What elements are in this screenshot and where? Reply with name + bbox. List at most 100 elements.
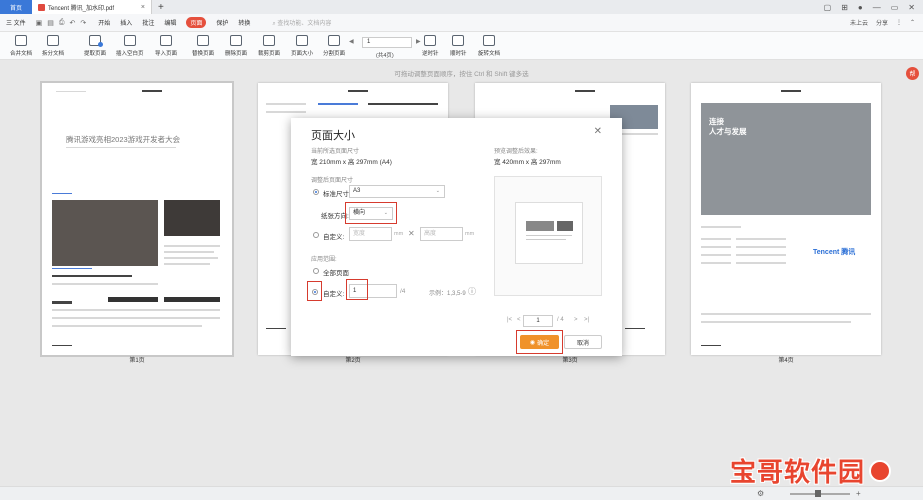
chevron-up-icon[interactable]: ⌃	[910, 19, 915, 26]
menu-insert[interactable]: 插入	[120, 18, 132, 27]
home-tab[interactable]: 首页	[0, 0, 32, 14]
menu-page[interactable]: 页面	[186, 17, 207, 28]
merge-doc-button[interactable]: 合并文档	[10, 35, 32, 57]
photo-group	[52, 200, 158, 266]
avatar[interactable]: ●	[858, 3, 863, 12]
text-line	[736, 262, 786, 264]
menu-bar: 三 文件 ▣ ▤ ⎙ ↶ ↷ 开始 插入 批注 编辑 页面 保护 转换 ⌕ 查找…	[0, 14, 923, 32]
crop-icon	[263, 35, 275, 46]
rotate-ccw-button[interactable]: 逆时针	[422, 35, 439, 57]
all-pages-radio[interactable]	[313, 268, 319, 274]
add-tab-button[interactable]: +	[158, 2, 164, 13]
close-tab-icon[interactable]: ×	[141, 4, 145, 11]
preview-page-input[interactable]: 1	[523, 315, 553, 327]
insert-blank-page-button[interactable]: 插入空白页	[116, 35, 144, 57]
first-page-icon[interactable]: |<	[507, 317, 512, 323]
standard-size-value: A3	[353, 188, 361, 194]
page-size-button[interactable]: 页面大小	[291, 35, 313, 57]
split-page-label: 分割页面	[323, 51, 346, 57]
width-input[interactable]: 宽度	[349, 227, 392, 241]
help-badge[interactable]: 帮	[906, 67, 919, 80]
search-input[interactable]: ⌕ 查找功能、文档内容	[272, 18, 331, 28]
document-tab[interactable]: Tencent 腾讯_加水印.pdf ×	[32, 0, 152, 14]
layout-icon[interactable]: ▢	[824, 3, 832, 12]
minimize-icon[interactable]: —	[873, 3, 881, 12]
close-window-icon[interactable]: ✕	[908, 3, 915, 12]
next-page-icon[interactable]: ▶	[416, 38, 421, 45]
text-line	[164, 251, 214, 253]
text-line	[701, 246, 731, 248]
zoom-knob[interactable]	[815, 490, 821, 497]
delete-page-label: 删除页面	[225, 51, 248, 57]
prev-preview-icon[interactable]: <	[517, 317, 521, 323]
swap-icon[interactable]: ✕	[408, 229, 415, 238]
standard-size-radio[interactable]	[313, 189, 319, 195]
window-controls: ▢ ⊞ ● — ▭ ✕	[824, 3, 923, 12]
share-button[interactable]: 分享	[876, 18, 888, 27]
info-icon[interactable]: ⓘ	[468, 286, 476, 297]
rotate-cw-button[interactable]: 顺时针	[450, 35, 467, 57]
split-page-button[interactable]: 分割页面	[323, 35, 345, 57]
standard-size-label: 标准尺寸:	[323, 191, 351, 198]
document-tab-label: Tencent 腾讯_加水印.pdf	[48, 5, 115, 12]
crop-page-button[interactable]: 裁剪页面	[258, 35, 280, 57]
more-icon[interactable]: ⋮	[896, 19, 902, 26]
text-line	[701, 313, 871, 315]
cloud-status[interactable]: 未上云	[850, 18, 868, 27]
page-thumbnail-4[interactable]: 连接 人才与发展 Tencent 腾讯	[691, 83, 881, 355]
menu-convert[interactable]: 转换	[238, 18, 250, 27]
text-line	[52, 317, 220, 319]
folder-icon[interactable]: ▣	[36, 19, 43, 27]
page-thumbnail-1[interactable]: 腾讯游戏亮相2023游戏开发者大会	[40, 81, 234, 357]
link-line	[52, 268, 92, 269]
menu-edit[interactable]: 编辑	[164, 18, 176, 27]
replace-page-button[interactable]: 替换页面	[192, 35, 214, 57]
save-icon[interactable]: ▤	[47, 19, 54, 27]
text-line	[701, 321, 851, 323]
range-label: 应用范围:	[311, 257, 337, 263]
current-size-label: 当前所选页面尺寸	[311, 149, 360, 155]
header-line	[56, 91, 86, 92]
header-logo	[781, 90, 801, 92]
standard-size-select[interactable]: A3 ⌄	[349, 185, 445, 198]
next-preview-icon[interactable]: >	[574, 317, 578, 323]
reorder-hint: 可拖动调整页面顺序，按住 Ctrl 和 Shift 键多选	[394, 71, 529, 78]
undo-icon[interactable]: ↶	[70, 19, 76, 27]
text-line	[52, 325, 202, 327]
height-input[interactable]: 高度	[420, 227, 463, 241]
merge-doc-label: 合并文档	[10, 51, 33, 57]
zoom-in-icon[interactable]: +	[856, 489, 861, 498]
text-line	[266, 103, 306, 105]
text-line	[701, 254, 731, 256]
custom-size-radio[interactable]	[313, 232, 319, 238]
print-icon[interactable]: ⎙	[59, 19, 65, 27]
prev-page-icon[interactable]: ◀	[349, 38, 354, 45]
text-line	[266, 111, 306, 113]
rotate-ccw-icon	[424, 35, 437, 46]
page-label-2: 第2页	[345, 358, 361, 364]
text-line	[318, 103, 358, 105]
extract-page-button[interactable]: 提取页面	[84, 35, 106, 57]
menu-protect[interactable]: 保护	[216, 18, 228, 27]
page-toolbar: 合并文档 拆分文档 提取页面 插入空白页 导入页面 替换页面 删除页面 裁剪页面…	[0, 32, 923, 60]
custom-size-label: 自定义:	[323, 234, 345, 241]
menu-comment[interactable]: 批注	[142, 18, 154, 27]
import-page-button[interactable]: 导入页面	[155, 35, 177, 57]
crop-page-label: 裁剪页面	[258, 51, 281, 57]
pdf-icon	[38, 3, 45, 11]
maximize-icon[interactable]: ▭	[891, 3, 899, 12]
rotate-doc-button[interactable]: 旋转文档	[478, 35, 500, 57]
cancel-button[interactable]: 取消	[564, 335, 602, 349]
menu-start[interactable]: 开始	[98, 18, 110, 27]
close-icon[interactable]: ✕	[594, 126, 602, 137]
settings-icon[interactable]: ⚙	[757, 489, 764, 498]
redo-icon[interactable]: ↷	[80, 19, 86, 27]
delete-page-button[interactable]: 删除页面	[225, 35, 247, 57]
headline-line	[52, 275, 132, 277]
text-line	[701, 238, 731, 240]
page-number-input[interactable]: 1	[362, 37, 412, 48]
split-doc-button[interactable]: 拆分文档	[42, 35, 64, 57]
grid-icon[interactable]: ⊞	[841, 3, 848, 12]
last-page-icon[interactable]: >|	[584, 317, 589, 323]
file-menu[interactable]: 三 文件	[6, 18, 26, 27]
